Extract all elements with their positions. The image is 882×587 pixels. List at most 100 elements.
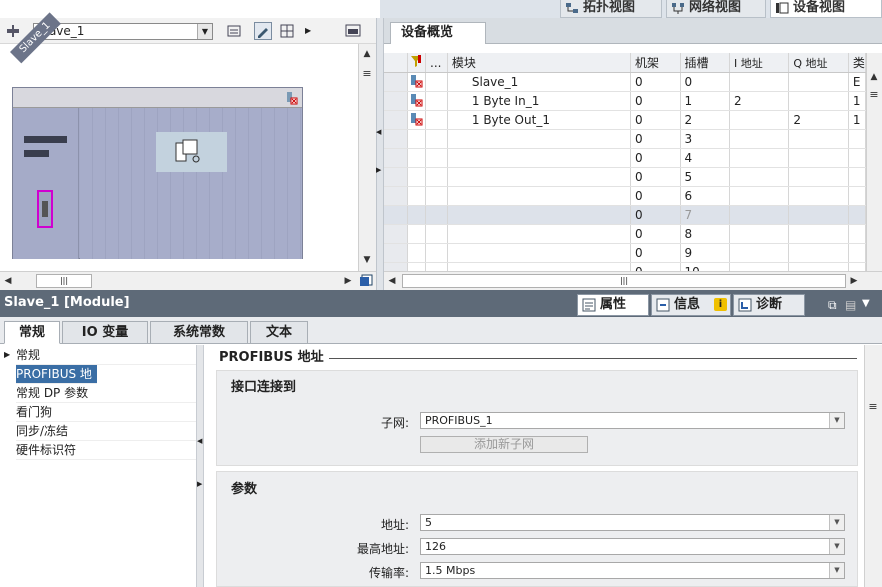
cell-slot[interactable]: 1	[680, 91, 731, 111]
table-row[interactable]: Slave_1 0 0 E	[384, 72, 866, 92]
row-extra-cell[interactable]	[425, 110, 448, 130]
cell-module[interactable]: 1 Byte In_1	[447, 91, 631, 111]
row-header[interactable]	[384, 243, 409, 263]
cell-q-address[interactable]	[788, 243, 849, 263]
tab-diagnostics[interactable]: 诊断	[733, 294, 805, 316]
scroll-left-icon[interactable]: ◀	[0, 273, 16, 289]
cell-slot[interactable]: 10	[680, 262, 731, 271]
cell-rack[interactable]: 0	[630, 148, 681, 168]
tab-properties[interactable]: 属性	[577, 294, 649, 316]
nav-splitter[interactable]: ◀ ▶	[196, 345, 204, 587]
device-select[interactable]: Slave_1 ▼	[33, 23, 213, 40]
row-icon-cell[interactable]	[407, 167, 427, 187]
cell-i-address[interactable]: 2	[729, 91, 790, 111]
row-header[interactable]	[384, 224, 409, 244]
splitter-arrow-icon[interactable]: ▶	[376, 166, 381, 174]
cell-q-address[interactable]	[788, 91, 849, 111]
cell-rack[interactable]: 0	[630, 205, 681, 225]
cell-rack[interactable]: 0	[630, 110, 681, 130]
row-icon-cell[interactable]	[407, 91, 427, 111]
cell-slot[interactable]: 6	[680, 186, 731, 206]
address-select[interactable]: 5 ▼	[420, 514, 845, 531]
cell-slot[interactable]: 0	[680, 72, 731, 92]
row-header[interactable]	[384, 148, 409, 168]
column-header[interactable]: ...	[425, 53, 448, 73]
table-row[interactable]: 04	[384, 148, 866, 168]
cell-rack[interactable]: 0	[630, 224, 681, 244]
cell-module[interactable]	[447, 129, 631, 149]
chevron-down-icon[interactable]: ▼	[197, 24, 212, 39]
row-header[interactable]	[384, 262, 409, 271]
collapse-icon[interactable]: ▼	[862, 298, 870, 309]
cell-q-address[interactable]	[788, 262, 849, 271]
zoom-icon[interactable]	[344, 22, 362, 40]
row-extra-cell[interactable]	[425, 91, 448, 111]
splitter-arrow-icon[interactable]: ◀	[376, 128, 381, 136]
cell-type[interactable]	[848, 205, 866, 225]
cell-type[interactable]: E	[848, 72, 866, 92]
cell-rack[interactable]: 0	[630, 262, 681, 271]
cell-slot[interactable]: 8	[680, 224, 731, 244]
float-window-icon[interactable]: ⧉	[828, 298, 837, 313]
cell-type[interactable]	[848, 262, 866, 271]
column-header[interactable]: 机架	[630, 53, 681, 73]
row-icon-cell[interactable]	[407, 186, 427, 206]
cell-i-address[interactable]	[729, 262, 790, 271]
cell-q-address[interactable]	[788, 186, 849, 206]
splitter-arrow-icon[interactable]: ◀	[197, 437, 202, 445]
row-header[interactable]	[384, 205, 409, 225]
cell-i-address[interactable]	[729, 148, 790, 168]
column-header[interactable]: Q 地址	[788, 53, 849, 73]
row-header[interactable]	[384, 91, 409, 111]
cell-module[interactable]	[447, 148, 631, 168]
cell-type[interactable]: 1	[848, 110, 866, 130]
cell-slot[interactable]: 4	[680, 148, 731, 168]
subtab-system-constants[interactable]: 系统常数	[150, 321, 248, 344]
cell-rack[interactable]: 0	[630, 167, 681, 187]
splitter-arrow-icon[interactable]: ▶	[197, 480, 202, 488]
expand-arrow-icon[interactable]: ▶	[4, 350, 10, 359]
maximize-icon[interactable]: ▤	[845, 298, 856, 312]
interface-module[interactable]	[13, 108, 79, 259]
row-icon-cell[interactable]	[407, 205, 427, 225]
cell-slot[interactable]: 2	[680, 110, 731, 130]
cell-type[interactable]	[848, 129, 866, 149]
row-extra-cell[interactable]	[425, 205, 448, 225]
scrollbar-thumb[interactable]: |||	[402, 274, 846, 288]
cell-q-address[interactable]	[788, 72, 849, 92]
column-header[interactable]: I 地址	[729, 53, 790, 73]
cell-type[interactable]	[848, 186, 866, 206]
table-row[interactable]: 1 Byte Out_1 0 2 2 1	[384, 110, 866, 130]
cell-q-address[interactable]	[788, 205, 849, 225]
subtab-texts[interactable]: 文本	[250, 321, 308, 344]
subtab-io-tags[interactable]: IO 变量	[62, 321, 148, 344]
chevron-down-icon[interactable]: ▼	[829, 539, 844, 554]
chevron-down-icon[interactable]: ▼	[829, 515, 844, 530]
device-overview-table[interactable]: ... 模块 机架 插槽 I 地址 Q 地址 类 Slave_1 0 0 E 1 Byt…	[384, 53, 866, 271]
row-extra-cell[interactable]	[425, 243, 448, 263]
scroll-up-icon[interactable]: ▲	[866, 69, 882, 85]
content-vertical-scrollbar[interactable]: ≡	[864, 345, 882, 587]
subnet-select[interactable]: PROFIBUS_1 ▼	[420, 412, 845, 429]
row-header[interactable]	[384, 186, 409, 206]
table-row[interactable]: 06	[384, 186, 866, 206]
nav-item-watchdog[interactable]: 看门狗	[16, 403, 196, 422]
table-row[interactable]: 05	[384, 167, 866, 187]
network-connect-icon[interactable]	[4, 22, 22, 40]
cell-module[interactable]: Slave_1	[447, 72, 631, 92]
tab-device-view[interactable]: 设备视图	[770, 0, 882, 18]
cell-rack[interactable]: 0	[630, 72, 681, 92]
row-extra-cell[interactable]	[425, 224, 448, 244]
cell-i-address[interactable]	[729, 72, 790, 92]
table-horizontal-scrollbar[interactable]: ◀ ||| ▶	[384, 271, 882, 290]
cell-i-address[interactable]	[729, 129, 790, 149]
cell-module[interactable]	[447, 262, 631, 271]
more-arrow-icon[interactable]: ▶	[304, 22, 314, 40]
row-extra-cell[interactable]	[425, 262, 448, 271]
cell-type[interactable]: 1	[848, 91, 866, 111]
cell-rack[interactable]: 0	[630, 129, 681, 149]
canvas-vertical-scrollbar[interactable]: ▲ ≡ ▼	[358, 44, 376, 271]
scrollbar-grip-icon[interactable]: ≡	[865, 399, 881, 415]
cell-q-address[interactable]	[788, 224, 849, 244]
row-icon-cell[interactable]	[407, 129, 427, 149]
